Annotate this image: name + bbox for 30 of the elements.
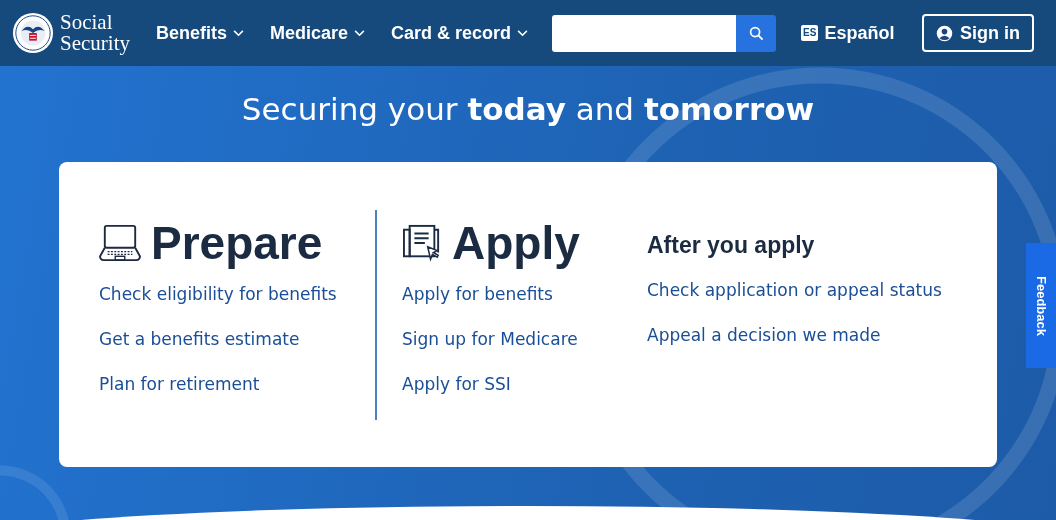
section-heading: Apply bbox=[452, 216, 580, 270]
link[interactable]: Check eligibility for benefits bbox=[99, 284, 375, 304]
link[interactable]: Check application or appeal status bbox=[647, 280, 942, 300]
search-button[interactable] bbox=[736, 14, 777, 52]
chevron-icon bbox=[233, 29, 244, 37]
search-icon bbox=[748, 25, 764, 41]
link[interactable]: Apply for benefits bbox=[402, 284, 644, 304]
feedback-tab[interactable]: Feedback bbox=[1026, 243, 1056, 368]
nav-menu[interactable]: Medicare bbox=[270, 22, 366, 44]
link[interactable]: Apply for SSI bbox=[402, 374, 644, 394]
link[interactable]: Get a benefits estimate bbox=[99, 329, 375, 349]
chevron-icon bbox=[354, 29, 366, 37]
language-link[interactable]: ES Español bbox=[801, 22, 895, 44]
laptop-icon bbox=[99, 224, 141, 262]
section-heading: Prepare bbox=[151, 216, 323, 270]
nav-menu[interactable]: Benefits bbox=[156, 22, 244, 44]
section-heading: After you apply bbox=[647, 231, 815, 259]
nav-menu[interactable]: Card & record bbox=[391, 22, 529, 44]
search-field[interactable] bbox=[552, 14, 737, 52]
hero-headline: Securing your today and tomorrow bbox=[240, 90, 816, 129]
link[interactable]: Appeal a decision we made bbox=[647, 325, 942, 345]
site-name[interactable]: Social Security bbox=[60, 12, 130, 54]
link[interactable]: Plan for retirement bbox=[99, 374, 375, 394]
language-icon: ES bbox=[801, 25, 819, 41]
chevron-icon bbox=[517, 29, 529, 37]
sign-in-button[interactable]: Sign in bbox=[922, 14, 1034, 52]
seal-icon[interactable] bbox=[12, 12, 54, 54]
user-icon bbox=[936, 24, 953, 42]
link[interactable]: Sign up for Medicare bbox=[402, 329, 644, 349]
document-icon bbox=[402, 224, 442, 262]
